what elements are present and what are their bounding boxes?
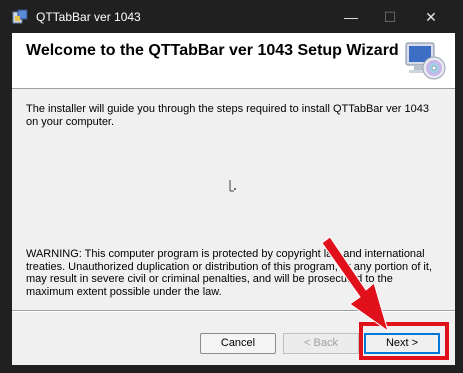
wizard-heading: Welcome to the QTTabBar ver 1043 Setup W… — [26, 42, 399, 59]
minimize-button[interactable]: — — [334, 6, 368, 28]
maximize-button[interactable]: ☐ — [373, 6, 407, 28]
computer-cd-icon — [405, 42, 446, 80]
installer-app-icon — [12, 9, 28, 24]
close-button[interactable]: ✕ — [414, 6, 448, 28]
title-bar[interactable]: QTTabBar ver 1043 — ☐ ✕ — [0, 0, 463, 33]
red-arrow-icon — [321, 236, 389, 333]
wizard-header: Welcome to the QTTabBar ver 1043 Setup W… — [12, 33, 455, 89]
cancel-button[interactable]: Cancel — [200, 333, 276, 354]
intro-text: The installer will guide you through the… — [26, 103, 429, 128]
text-cursor-icon — [229, 180, 236, 192]
setup-window: QTTabBar ver 1043 — ☐ ✕ Welcome to the Q… — [0, 0, 463, 373]
window-title: QTTabBar ver 1043 — [36, 10, 141, 24]
